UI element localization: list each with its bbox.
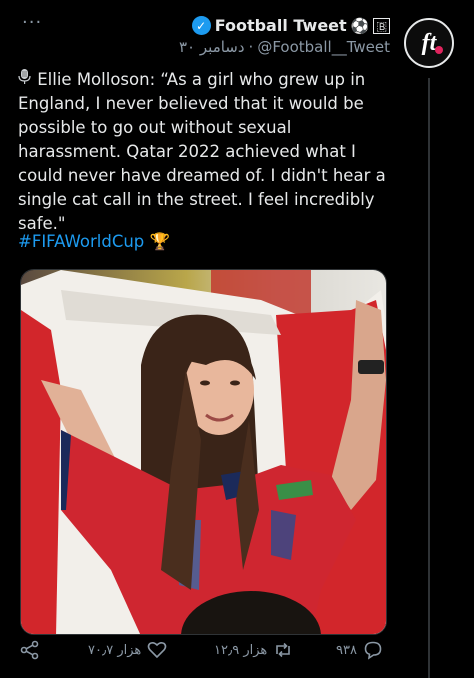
soccer-ball-emoji: ⚽ <box>350 16 370 35</box>
tweet-text-block: Ellie Molloson: “As a girl who grew up i… <box>18 68 386 236</box>
avatar[interactable]: ft <box>404 18 454 68</box>
like-button[interactable]: ۷۰٫۷ هزار <box>88 640 167 660</box>
action-bar: ۷۰٫۷ هزار ۱۲٫۹ هزار ۹۳۸ <box>0 640 474 676</box>
retweet-icon <box>276 642 291 658</box>
handle[interactable]: @Football__Tweet <box>257 38 390 56</box>
avatar-logo-text: ft <box>421 29 437 56</box>
flag-emoji: 🇧 <box>373 17 390 34</box>
tweet-date[interactable]: ۳۰ دسامبر <box>179 38 245 56</box>
like-count: ۷۰٫۷ هزار <box>88 642 142 658</box>
tweet-photo[interactable] <box>20 269 387 635</box>
name-row: ✓ Football Tweet ⚽ 🇧 <box>30 16 390 35</box>
reply-icon <box>364 641 382 660</box>
meta-row: ۳۰ دسامبر · @Football__Tweet <box>30 38 390 56</box>
meta-separator: · <box>248 38 254 56</box>
microphone-icon <box>18 68 32 92</box>
avatar-logo-dot <box>435 46 443 54</box>
tweet-text: Ellie Molloson: “As a girl who grew up i… <box>18 70 386 233</box>
retweet-button[interactable]: ۱۲٫۹ هزار <box>214 640 293 660</box>
thread-line <box>428 78 430 678</box>
share-button[interactable] <box>20 640 40 660</box>
display-name[interactable]: Football Tweet <box>215 16 347 35</box>
reply-count: ۹۳۸ <box>336 642 357 658</box>
verified-badge-icon: ✓ <box>191 16 211 35</box>
tweet-header: ✓ Football Tweet ⚽ 🇧 ۳۰ دسامبر · @Footba… <box>30 16 390 56</box>
reply-button[interactable]: ۹۳۸ <box>336 640 383 660</box>
trophy-emoji: 🏆 <box>149 232 171 251</box>
retweet-count: ۱۲٫۹ هزار <box>214 642 268 658</box>
hashtag-link[interactable]: #FIFAWorldCup <box>18 232 144 251</box>
photo-illustration <box>21 270 386 634</box>
heart-icon <box>147 641 167 659</box>
share-icon <box>20 640 39 660</box>
hashtag-row: #FIFAWorldCup 🏆 <box>18 232 170 252</box>
